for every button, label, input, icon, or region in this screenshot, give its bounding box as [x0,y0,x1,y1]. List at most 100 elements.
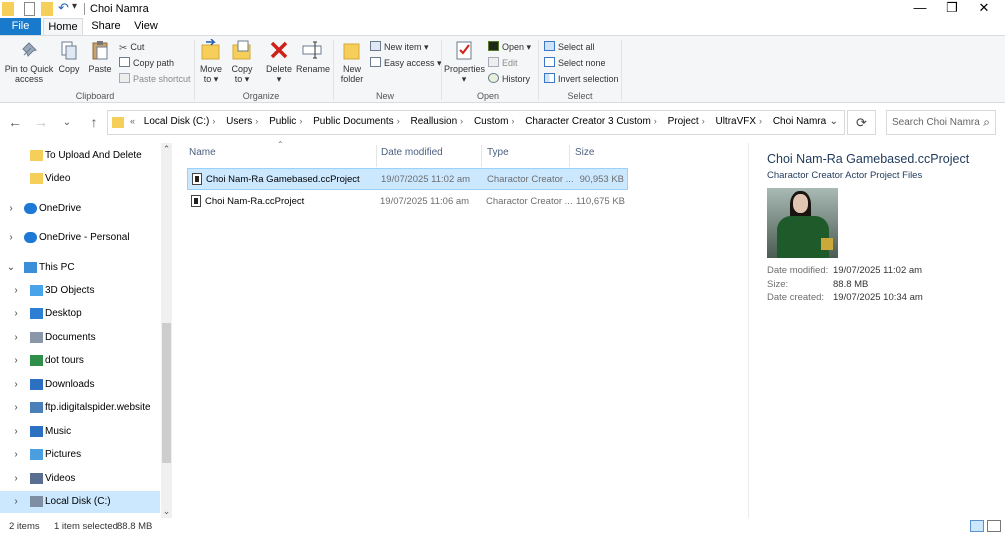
delete-button[interactable]: Delete ▾ [264,39,294,84]
properties-button[interactable]: Properties ▾ [444,39,485,84]
column-divider[interactable] [569,145,570,167]
copy-to-button[interactable]: Copy to ▾ [229,39,255,84]
breadcrumb-project[interactable]: Project [668,116,699,127]
edit-icon [488,57,499,67]
nav-item[interactable]: › Downloads [0,374,160,396]
nav-item[interactable]: › OneDrive - Personal [0,227,160,249]
invert-selection-button[interactable]: Invert selection [544,72,619,86]
tab-home[interactable]: Home [43,18,83,35]
scroll-down-arrow[interactable]: ⌄ [161,506,172,517]
nav-item[interactable]: › OneDrive [0,198,160,220]
easy-access-button[interactable]: Easy access ▾ [370,56,442,70]
nav-item[interactable]: › Videos [0,468,160,490]
nav-item[interactable]: › 3D Objects [0,280,160,302]
chevron-right-icon[interactable]: › [11,421,21,443]
breadcrumb-custom[interactable]: Custom [474,116,508,127]
breadcrumb-public[interactable]: Public [269,116,296,127]
breadcrumb-reallusion[interactable]: Reallusion [410,116,457,127]
scroll-up-arrow[interactable]: ⌃ [161,144,172,155]
breadcrumb-ultravfx[interactable]: UltraVFX [715,116,756,127]
column-header-name[interactable]: Name [189,147,216,158]
maximize-button[interactable]: ❐ [937,1,967,17]
column-header-size[interactable]: Size [575,147,594,158]
chevron-down-icon[interactable]: ⌄ [6,257,16,279]
new-item-button[interactable]: New item ▾ [370,40,429,54]
up-button[interactable]: ↑ [86,114,102,130]
select-all-button[interactable]: Select all [544,40,595,54]
refresh-button[interactable]: ⟳ [847,110,876,135]
open-button[interactable]: Open ▾ [488,40,531,54]
paste-button[interactable]: Paste [86,39,114,74]
rename-button[interactable]: Rename [296,39,330,74]
group-label-clipboard: Clipboard [75,91,115,101]
chevron-down-icon[interactable]: ⌄ [830,116,838,127]
select-none-button[interactable]: Select none [544,56,606,70]
nav-item[interactable]: › Music [0,421,160,443]
chevron-right-icon[interactable]: › [11,374,21,396]
history-button[interactable]: History [488,72,530,86]
paste-shortcut-button[interactable]: Paste shortcut [119,72,191,86]
group-label-select: Select [567,91,593,101]
address-bar[interactable]: « Local Disk (C:) › Users › Public › Public… [107,110,845,135]
nav-item[interactable]: › dot tours [0,350,160,372]
prop-label: Size: [767,279,789,290]
nav-scrollbar[interactable]: ⌃ ⌄ [161,143,172,518]
details-file-type: Charactor Creator Actor Project Files [767,170,923,181]
chevron-right-icon[interactable]: › [11,491,21,513]
breadcrumb-cc3-custom[interactable]: Character Creator 3 Custom [525,116,651,127]
chevron-right-icon[interactable]: › [11,327,21,349]
tab-share[interactable]: Share [86,18,126,35]
minimize-button[interactable]: — [905,1,935,17]
large-icons-view-icon[interactable] [987,520,1001,532]
column-divider[interactable] [481,145,482,167]
nav-item[interactable]: To Upload And Delete [0,145,160,167]
nav-item[interactable]: › Desktop [0,303,160,325]
nav-item[interactable]: Video [0,168,160,190]
search-input[interactable]: Search Choi Namra ⌕ [886,110,996,135]
cut-button[interactable]: ✂ Cut [119,40,144,54]
tab-file[interactable]: File [0,18,41,35]
file-row[interactable]: Choi Nam-Ra.ccProject 19/07/2025 11:06 a… [187,191,628,213]
nav-item[interactable]: › ftp.idigitalspider.website [0,397,160,419]
group-divider [333,40,334,100]
breadcrumb-users[interactable]: Users [226,116,252,127]
forward-button[interactable]: → [33,114,49,130]
tab-view[interactable]: View [128,18,164,35]
new-folder-quick-access-icon[interactable] [41,2,53,16]
scroll-thumb[interactable] [162,323,171,463]
back-button[interactable]: ← [7,114,23,130]
edit-button[interactable]: Edit [488,56,518,70]
file-row[interactable]: Choi Nam-Ra Gamebased.ccProject 19/07/20… [187,168,628,190]
close-button[interactable]: ✕ [969,1,999,17]
column-header-type[interactable]: Type [487,147,509,158]
nav-item[interactable]: › Documents [0,327,160,349]
customize-quick-access-dropdown[interactable]: ▾ [72,1,77,15]
copy-path-button[interactable]: Copy path [119,56,174,70]
breadcrumb-public-documents[interactable]: Public Documents [313,116,394,127]
breadcrumb-local-disk[interactable]: Local Disk (C:) [144,116,210,127]
chevron-right-icon[interactable]: › [11,350,21,372]
chevron-right-icon[interactable]: › [11,468,21,490]
copy-button[interactable]: Copy [56,39,82,74]
nav-item[interactable]: › Local Disk (C:) [0,491,160,513]
breadcrumb-overflow[interactable]: « [130,116,135,126]
move-to-button[interactable]: Move to ▾ [198,39,224,84]
chevron-right-icon[interactable]: › [6,198,16,220]
chevron-right-icon[interactable]: › [11,280,21,302]
undo-icon[interactable]: ↶ [58,0,69,15]
column-header-date[interactable]: Date modified [381,147,443,158]
properties-quick-access-icon[interactable] [24,2,35,16]
chevron-right-icon[interactable]: › [11,444,21,466]
chevron-right-icon[interactable]: › [11,397,21,419]
chevron-right-icon[interactable]: › [6,227,16,249]
status-bar: 2 items 1 item selected 88.8 MB [0,518,1005,534]
recent-locations-dropdown[interactable]: ⌄ [59,117,75,128]
details-view-icon[interactable] [970,520,984,532]
nav-item[interactable]: ⌄ This PC [0,257,160,279]
column-divider[interactable] [376,145,377,167]
new-folder-button[interactable]: New folder [337,39,367,84]
breadcrumb-choi-namra[interactable]: Choi Namra [773,116,826,127]
pin-to-quick-access-button[interactable]: Pin to Quick access [4,39,54,84]
chevron-right-icon[interactable]: › [11,303,21,325]
nav-item[interactable]: › Pictures [0,444,160,466]
